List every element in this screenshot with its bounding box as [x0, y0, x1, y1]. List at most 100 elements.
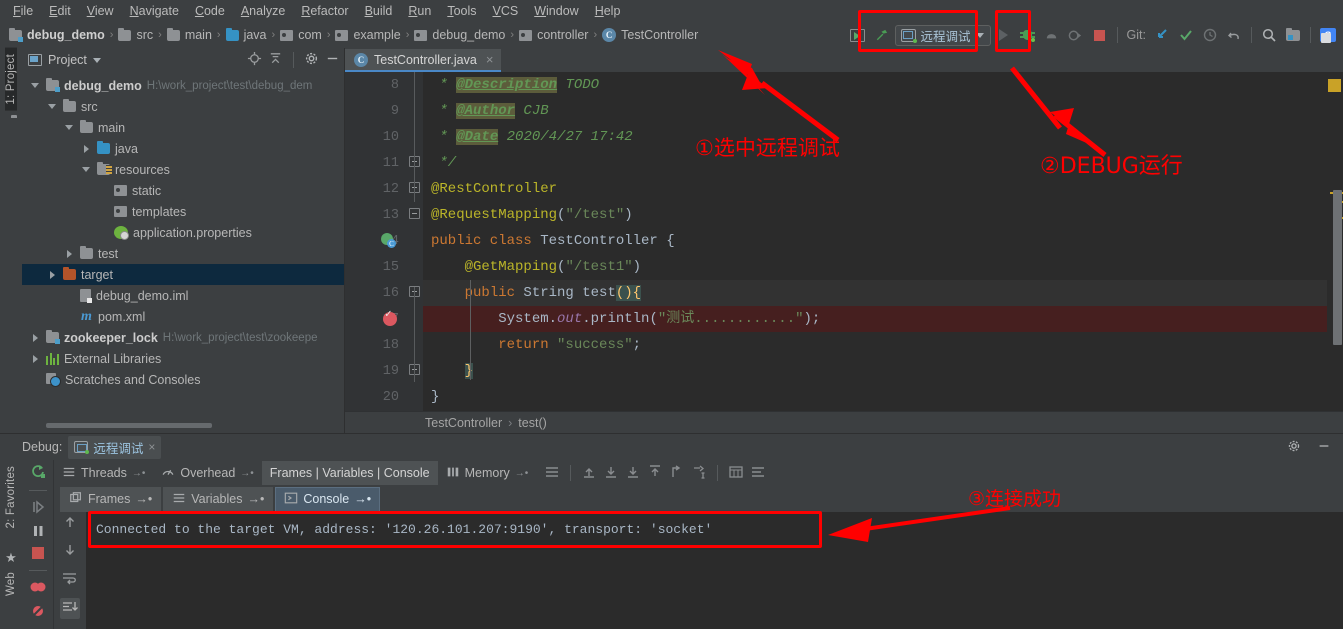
force-step-into-icon[interactable] — [647, 464, 663, 483]
code-line[interactable]: @RequestMapping("/test") — [423, 202, 1327, 228]
console-output-area[interactable]: Connected to the target VM, address: '12… — [54, 512, 1343, 629]
tree-item-pom-xml[interactable]: mpom.xml — [22, 306, 344, 327]
fold-region[interactable] — [407, 176, 423, 202]
menu-item-window[interactable]: Window — [526, 1, 586, 21]
step-into-icon[interactable] — [625, 464, 641, 483]
debug-subtab-variables[interactable]: Variables→• — [163, 487, 273, 512]
tree-item-src[interactable]: src — [22, 96, 344, 117]
tree-item-zookeeper-lock[interactable]: zookeeper_lockH:\work_project\test\zooke… — [22, 327, 344, 348]
project-structure-icon[interactable] — [1282, 25, 1304, 45]
code-line[interactable]: } — [423, 358, 1327, 384]
stop-icon[interactable] — [32, 547, 44, 562]
tree-item-static[interactable]: static — [22, 180, 344, 201]
menu-item-analyze[interactable]: Analyze — [233, 1, 293, 21]
pin-tab-icon[interactable]: →• — [247, 492, 264, 506]
fold-region[interactable] — [407, 306, 423, 332]
tree-item-scratches-and-consoles[interactable]: Scratches and Consoles — [22, 369, 344, 390]
expand-arrow-icon[interactable] — [30, 80, 41, 91]
sidebar-item-favorites[interactable]: 2: Favorites — [5, 460, 17, 546]
code-line[interactable]: @RestController — [423, 176, 1327, 202]
git-update-icon[interactable] — [1151, 25, 1173, 45]
expand-arrow-icon[interactable] — [47, 269, 58, 280]
menu-item-build[interactable]: Build — [357, 1, 401, 21]
soft-wrap-icon[interactable] — [61, 570, 79, 589]
locate-icon[interactable] — [247, 51, 262, 69]
step-out-icon[interactable] — [581, 464, 597, 483]
tree-item-main[interactable]: main — [22, 117, 344, 138]
spring-bean-gutter-icon[interactable]: C — [381, 233, 396, 248]
breadcrumb-item-example[interactable]: example — [332, 25, 403, 45]
tree-item-templates[interactable]: templates — [22, 201, 344, 222]
chevron-down-icon[interactable] — [93, 58, 101, 63]
menu-item-help[interactable]: Help — [587, 1, 629, 21]
code-line[interactable]: @GetMapping("/test1") — [423, 254, 1327, 280]
tree-item-java[interactable]: java — [22, 138, 344, 159]
translate-icon[interactable]: G — [1317, 25, 1339, 45]
gear-icon[interactable] — [1287, 439, 1301, 456]
git-history-icon[interactable] — [1199, 25, 1221, 45]
code-line[interactable]: * @Date 2020/4/27 17:42 — [423, 124, 1327, 150]
debug-tab-memory[interactable]: Memory→• — [438, 461, 537, 485]
fold-region[interactable] — [407, 98, 423, 124]
run-button[interactable] — [993, 25, 1015, 45]
undo-icon[interactable] — [1223, 25, 1245, 45]
coverage-button[interactable] — [1041, 25, 1063, 45]
editor-breadcrumb-item[interactable]: test() — [518, 416, 546, 430]
code-line[interactable]: */ — [423, 150, 1327, 176]
fold-region[interactable] — [407, 228, 423, 254]
scroll-up-icon[interactable] — [62, 514, 78, 533]
settings-icon[interactable] — [750, 464, 766, 483]
code-folding-gutter[interactable] — [407, 72, 423, 411]
menu-item-refactor[interactable]: Refactor — [293, 1, 356, 21]
breadcrumb-item-debug_demo[interactable]: debug_demo — [411, 25, 508, 45]
fold-region[interactable] — [407, 280, 423, 306]
tree-item-resources[interactable]: resources — [22, 159, 344, 180]
expand-arrow-icon[interactable] — [30, 353, 41, 364]
drop-frame-icon[interactable] — [669, 464, 685, 483]
editor-breadcrumb-item[interactable]: TestController — [425, 416, 502, 430]
evaluate-icon[interactable] — [728, 464, 744, 483]
fold-region[interactable] — [407, 72, 423, 98]
expand-arrow-icon[interactable] — [64, 122, 75, 133]
scroll-down-icon[interactable] — [62, 542, 78, 561]
breadcrumb-item-src[interactable]: src — [115, 25, 156, 45]
menu-item-vcs[interactable]: VCS — [485, 1, 527, 21]
fold-region[interactable] — [407, 124, 423, 150]
code-line[interactable]: System.out.println("测试............"); — [423, 306, 1327, 332]
tree-item-debug-demo-iml[interactable]: debug_demo.iml — [22, 285, 344, 306]
close-icon[interactable]: × — [148, 440, 155, 454]
menu-item-run[interactable]: Run — [400, 1, 439, 21]
code-line[interactable]: public String test(){ — [423, 280, 1327, 306]
menu-item-edit[interactable]: Edit — [41, 1, 79, 21]
expand-arrow-icon[interactable] — [30, 332, 41, 343]
editor-tab-testcontroller[interactable]: C TestController.java × — [345, 49, 501, 72]
debug-session-tab[interactable]: 远程调试 × — [68, 436, 161, 459]
mute-breakpoints-icon[interactable] — [30, 603, 46, 622]
code-line[interactable]: * @Description TODO — [423, 72, 1327, 98]
fold-region[interactable] — [407, 332, 423, 358]
tree-item-target[interactable]: target — [22, 264, 344, 285]
code-line[interactable]: } — [423, 384, 1327, 410]
resume-icon[interactable] — [30, 499, 46, 518]
editor-scrollbar[interactable] — [1327, 72, 1343, 411]
breadcrumb-item-controller[interactable]: controller — [516, 25, 591, 45]
fold-region[interactable] — [407, 358, 423, 384]
code-content[interactable]: * @Description TODO * @Author CJB * @Dat… — [423, 72, 1327, 411]
debug-subtab-console[interactable]: Console→• — [275, 487, 380, 512]
gear-icon[interactable] — [304, 51, 319, 69]
breadcrumb-item-debug_demo[interactable]: debug_demo — [6, 25, 108, 45]
inspection-status-marker[interactable] — [1328, 79, 1341, 92]
build-hammer-icon[interactable] — [871, 25, 893, 45]
run-configuration-selector[interactable]: 远程调试 — [895, 25, 991, 46]
search-everywhere-icon[interactable] — [1258, 25, 1280, 45]
menu-item-tools[interactable]: Tools — [439, 1, 484, 21]
menu-item-navigate[interactable]: Navigate — [122, 1, 187, 21]
menu-item-view[interactable]: View — [79, 1, 122, 21]
sidebar-item-web[interactable]: Web — [5, 566, 17, 602]
breadcrumb-item-testcontroller[interactable]: CTestController — [599, 25, 701, 45]
tree-item-test[interactable]: test — [22, 243, 344, 264]
view-breakpoints-icon[interactable] — [29, 579, 47, 598]
debug-subtab-frames[interactable]: Frames→• — [60, 487, 161, 512]
code-line[interactable]: public class TestController { — [423, 228, 1327, 254]
scroll-to-end-icon[interactable] — [60, 598, 80, 619]
